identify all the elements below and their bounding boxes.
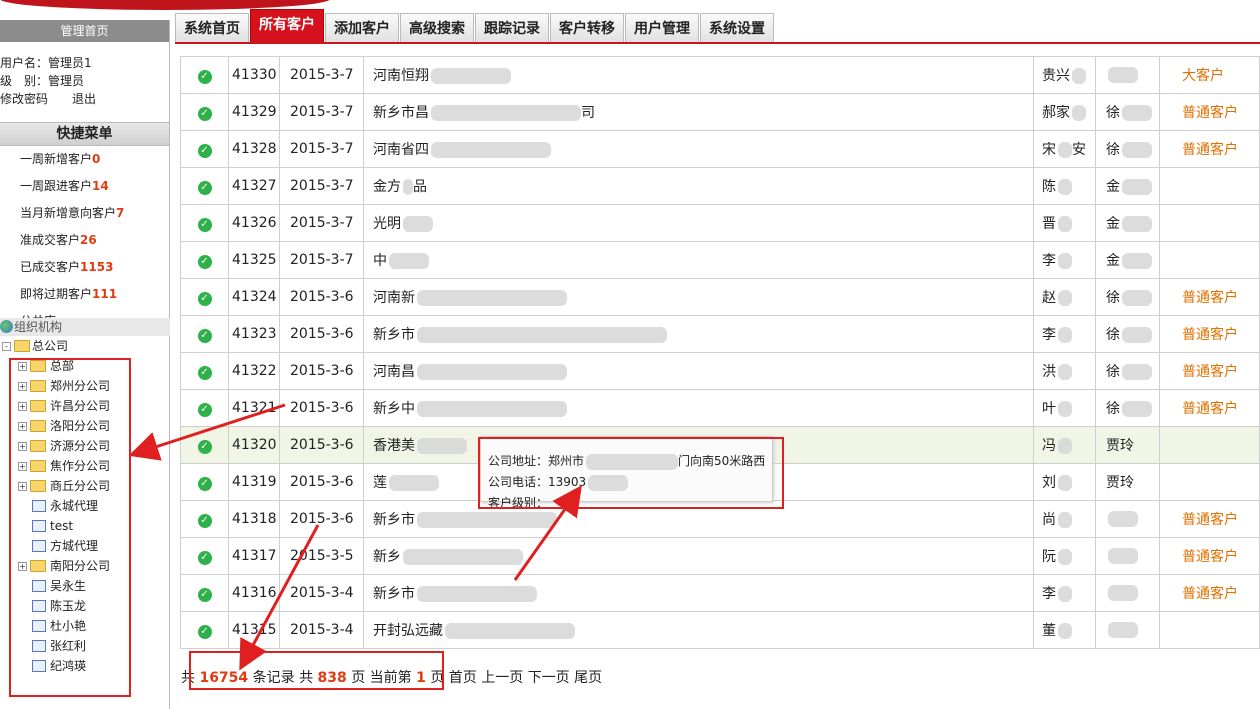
arrow-to-pagination: [239, 524, 320, 671]
annotation-arrows: [128, 403, 582, 671]
arrow-to-tooltip: [513, 485, 582, 581]
arrow-to-tree: [128, 403, 286, 461]
